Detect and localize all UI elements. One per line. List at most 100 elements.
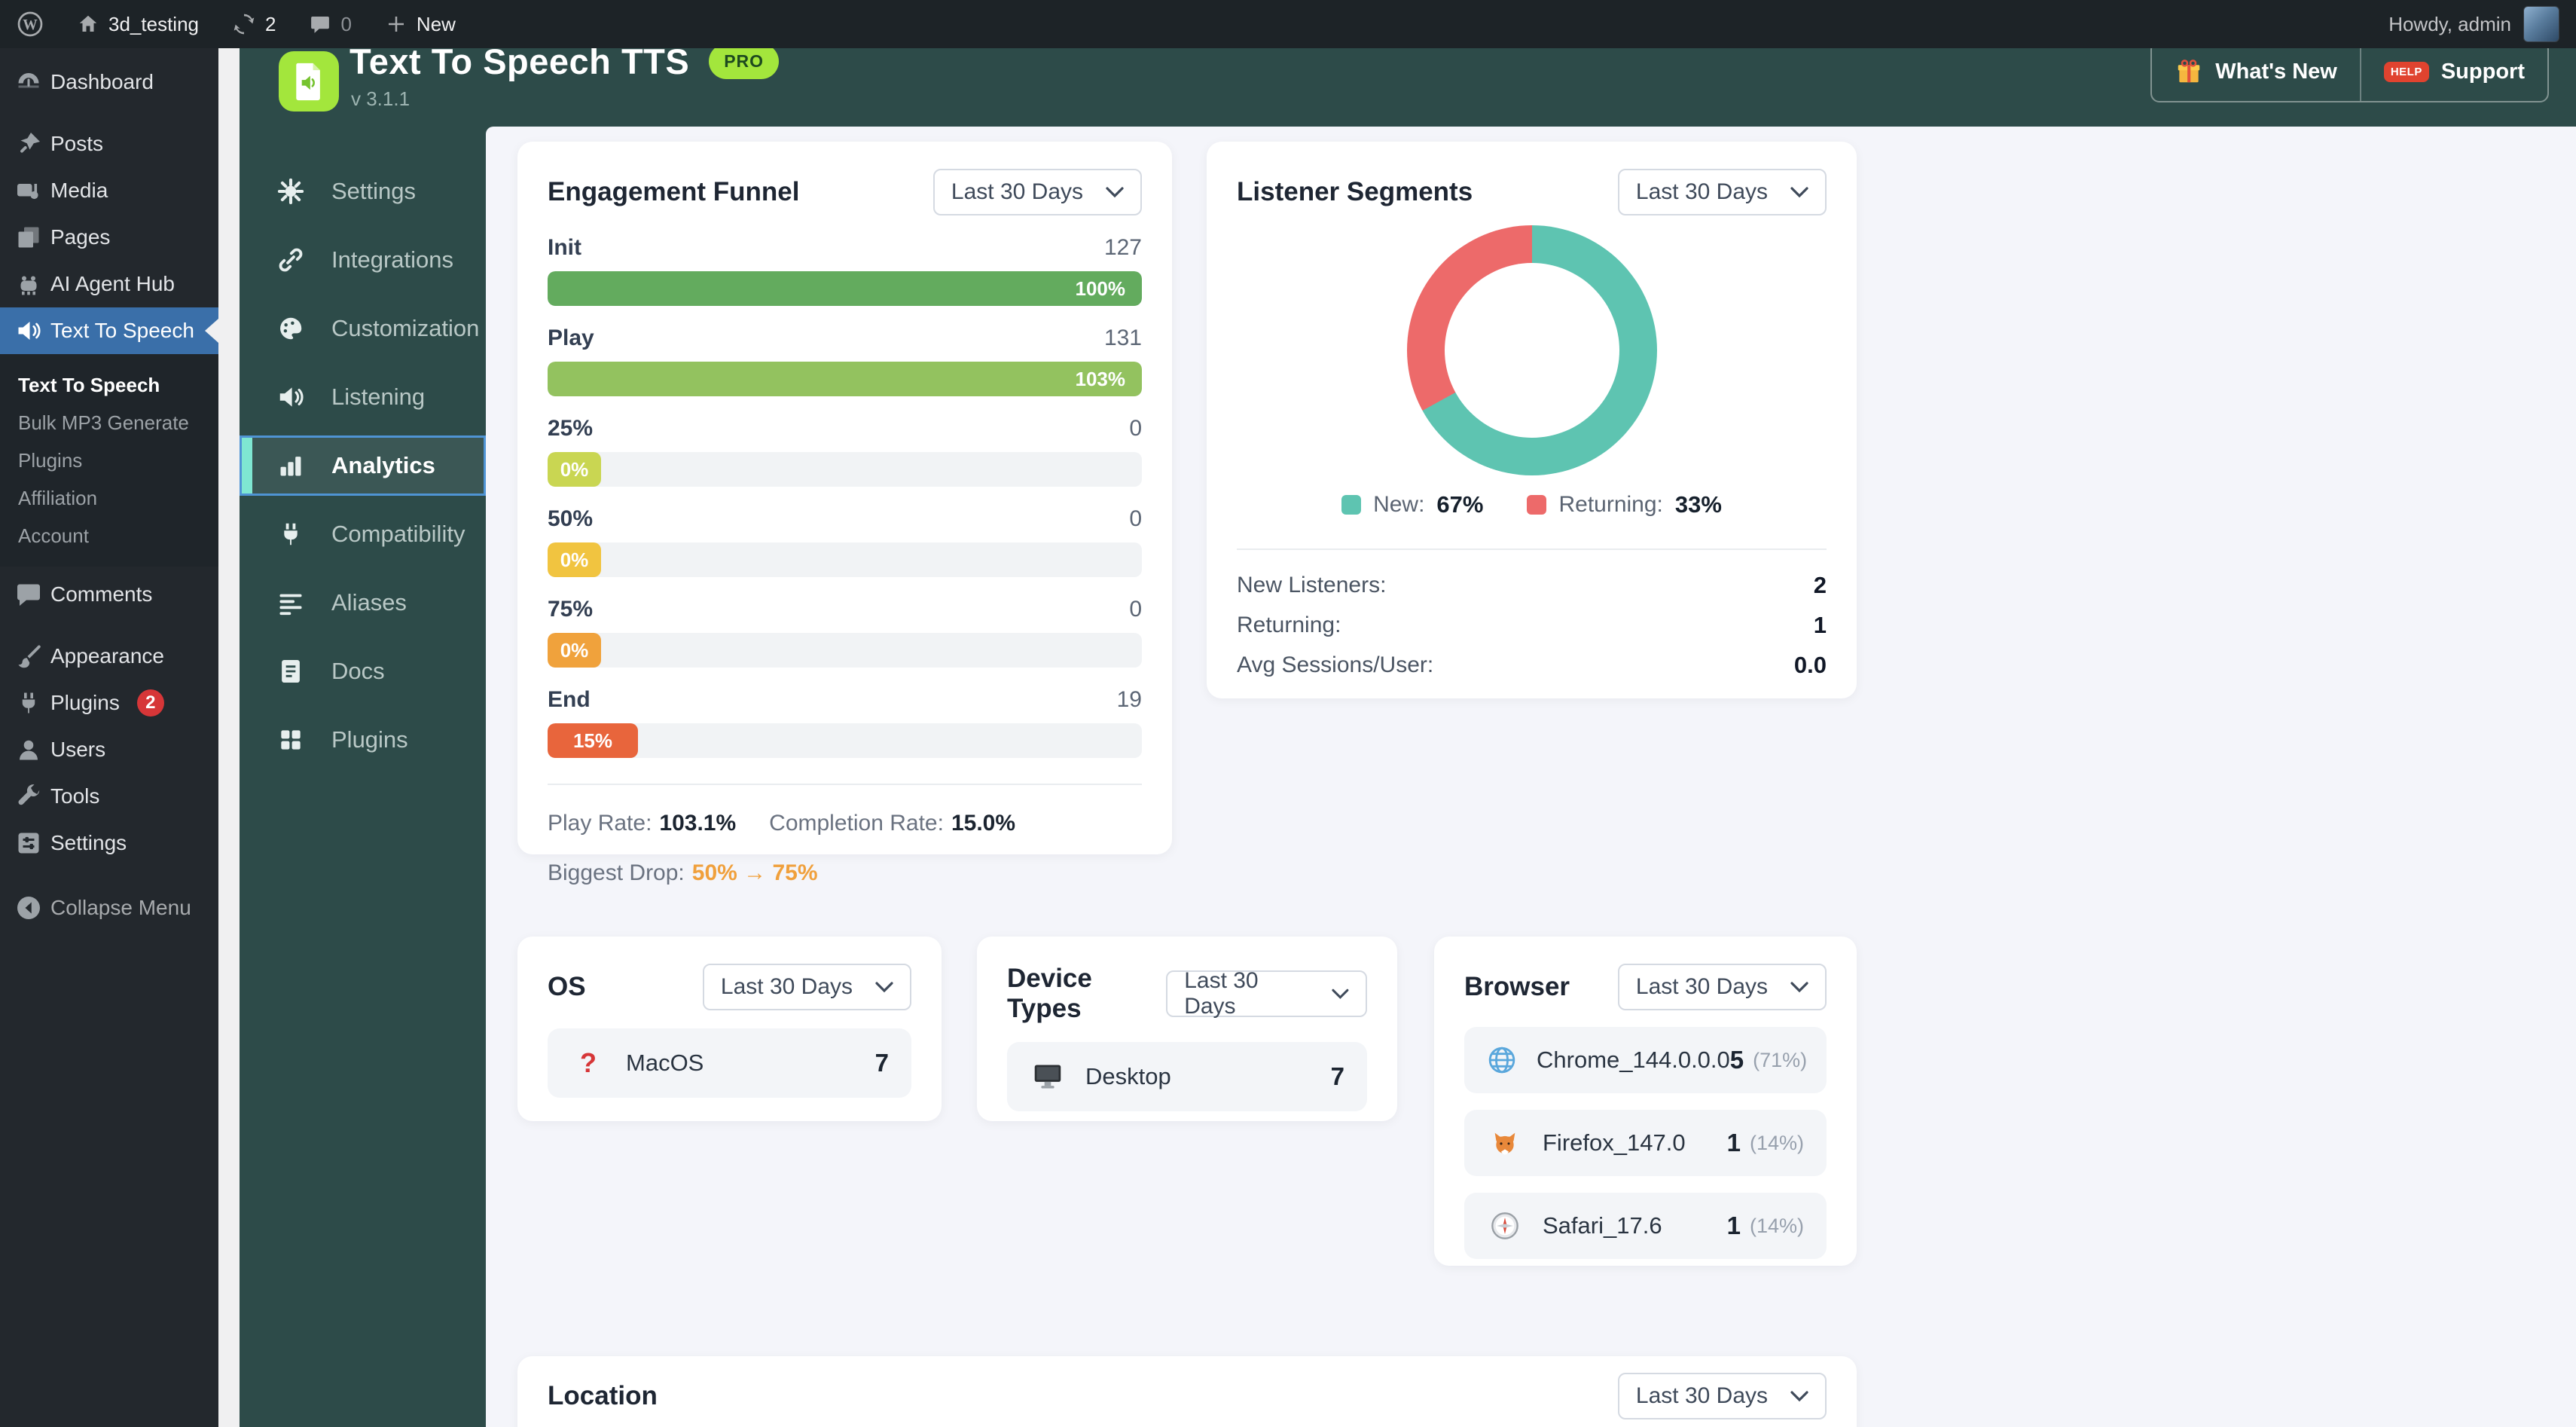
list-lines-icon bbox=[276, 588, 306, 617]
bar-chart-icon bbox=[276, 451, 306, 480]
sidebar-item-media[interactable]: Media bbox=[0, 167, 218, 214]
card-title: OS bbox=[548, 972, 586, 1001]
new-content-menu[interactable]: New bbox=[368, 0, 472, 48]
whats-new-button[interactable]: What's New bbox=[2152, 48, 2360, 101]
link-icon bbox=[276, 246, 306, 274]
grid-icon bbox=[276, 726, 306, 754]
plugin-menu-customization[interactable]: Customization bbox=[240, 298, 486, 359]
location-card: Location Last 30 Days bbox=[517, 1356, 1857, 1427]
robot-icon bbox=[14, 270, 44, 298]
segments-legend: New: 67% Returning: 33% bbox=[1207, 491, 1857, 518]
sidebar-item-label: Pages bbox=[50, 225, 111, 249]
wordpress-logo-icon[interactable]: W bbox=[0, 0, 60, 48]
segments-donut-chart bbox=[1407, 225, 1657, 475]
plugin-menu-aliases[interactable]: Aliases bbox=[240, 573, 486, 633]
funnel-row: Init 127 100% bbox=[548, 235, 1142, 306]
listener-segments-card: Listener Segments Last 30 Days New: 67% … bbox=[1207, 142, 1857, 698]
os-range-select[interactable]: Last 30 Days bbox=[702, 964, 911, 1010]
browser-row: Chrome_144.0.0.0 5 (71%) bbox=[1464, 1027, 1827, 1093]
submenu-item-bulk-mp3-generate[interactable]: Bulk MP3 Generate bbox=[0, 404, 218, 442]
location-range-select[interactable]: Last 30 Days bbox=[1617, 1373, 1827, 1419]
card-title: Location bbox=[548, 1381, 658, 1410]
sidebar-item-plugins[interactable]: Plugins 2 bbox=[0, 680, 218, 726]
help-button-icon: HELP bbox=[2383, 61, 2429, 82]
sidebar-item-appearance[interactable]: Appearance bbox=[0, 633, 218, 680]
funnel-bar: 100% bbox=[548, 271, 1142, 306]
plugin-menu-integrations[interactable]: Integrations bbox=[240, 230, 486, 290]
gear-icon bbox=[276, 177, 306, 206]
submenu-item-plugins[interactable]: Plugins bbox=[0, 442, 218, 479]
globe-icon bbox=[1487, 1045, 1517, 1075]
compass-icon bbox=[1487, 1211, 1523, 1241]
howdy-text[interactable]: Howdy, admin bbox=[2388, 13, 2511, 36]
chevron-down-icon bbox=[1790, 981, 1808, 992]
sidebar-item-text-to-speech[interactable]: Text To Speech bbox=[0, 307, 218, 354]
collapse-menu-button[interactable]: Collapse Menu bbox=[0, 885, 218, 931]
updates-icon bbox=[233, 14, 255, 35]
desktop-icon bbox=[1030, 1062, 1066, 1091]
plugin-menu-analytics[interactable]: Analytics bbox=[240, 435, 513, 496]
sidebar-item-ai-agent-hub[interactable]: AI Agent Hub bbox=[0, 261, 218, 307]
sidebar-item-posts[interactable]: Posts bbox=[0, 121, 218, 167]
stat-row: New Listeners: 2 bbox=[1237, 571, 1827, 598]
new-label: New bbox=[416, 12, 456, 35]
sidebar-item-label: Posts bbox=[50, 132, 104, 155]
funnel-stats: Play Rate: 103.1% Completion Rate: 15.0% bbox=[548, 811, 1016, 836]
collapse-icon bbox=[14, 894, 44, 921]
funnel-range-select[interactable]: Last 30 Days bbox=[932, 169, 1142, 215]
divider bbox=[1237, 548, 1827, 550]
support-button[interactable]: HELP Support bbox=[2359, 48, 2547, 101]
funnel-bar: 15% bbox=[548, 723, 638, 758]
segments-stats: New Listeners: 2 Returning: 1 Avg Sessions… bbox=[1237, 565, 1827, 685]
plug-icon bbox=[276, 520, 306, 548]
wp-admin-menu: Dashboard Posts Media Pages AI Agent Hub… bbox=[0, 48, 218, 1427]
segments-range-select[interactable]: Last 30 Days bbox=[1617, 169, 1827, 215]
site-name-menu[interactable]: 3d_testing bbox=[60, 0, 215, 48]
sidebar-item-settings[interactable]: Settings bbox=[0, 820, 218, 866]
active-accent-bar bbox=[242, 438, 252, 493]
updates-menu[interactable]: 2 bbox=[215, 0, 292, 48]
chevron-down-icon bbox=[1332, 989, 1349, 999]
sidebar-item-users[interactable]: Users bbox=[0, 726, 218, 773]
plug-icon bbox=[14, 689, 44, 717]
plugin-header: Text To Speech TTS PRO v 3.1.1 What's Ne… bbox=[240, 48, 2576, 127]
document-icon bbox=[276, 657, 306, 686]
tts-submenu: Text To Speech Bulk MP3 Generate Plugins… bbox=[0, 354, 218, 567]
devices-range-select[interactable]: Last 30 Days bbox=[1166, 968, 1367, 1019]
media-icon bbox=[14, 177, 44, 204]
funnel-bar: 0% bbox=[548, 542, 601, 577]
funnel-bar: 0% bbox=[548, 452, 601, 487]
sidebar-item-label: Dashboard bbox=[50, 70, 154, 93]
comments-menu[interactable]: 0 bbox=[292, 0, 368, 48]
submenu-item-account[interactable]: Account bbox=[0, 517, 218, 555]
sidebar-item-pages[interactable]: Pages bbox=[0, 214, 218, 261]
divider bbox=[548, 784, 1142, 785]
sidebar-item-tools[interactable]: Tools bbox=[0, 773, 218, 820]
sidebar-item-label: Text To Speech bbox=[50, 319, 194, 342]
sidebar-item-label: Users bbox=[50, 738, 106, 761]
browser-row: Safari_17.6 1 (14%) bbox=[1464, 1193, 1827, 1259]
card-title: Device Types bbox=[1007, 964, 1092, 1023]
speaker-icon bbox=[276, 383, 306, 411]
header-buttons: What's New HELP Support bbox=[2150, 48, 2549, 102]
legend-item-returning: Returning: 33% bbox=[1527, 491, 1722, 518]
plugin-menu-docs[interactable]: Docs bbox=[240, 641, 486, 701]
speaker-icon bbox=[14, 317, 44, 344]
device-types-card: Device Types Last 30 Days Desktop 7 bbox=[977, 937, 1397, 1121]
funnel-row: 50% 0 0% bbox=[548, 506, 1142, 577]
sidebar-item-comments[interactable]: Comments bbox=[0, 571, 218, 618]
plugin-menu-settings[interactable]: Settings bbox=[240, 161, 486, 222]
sidebar-item-label: Media bbox=[50, 179, 108, 202]
submenu-item-text-to-speech[interactable]: Text To Speech bbox=[0, 366, 218, 404]
sidebar-item-dashboard[interactable]: Dashboard bbox=[0, 59, 218, 105]
plugin-menu-plugins[interactable]: Plugins bbox=[240, 710, 486, 770]
browser-range-select[interactable]: Last 30 Days bbox=[1617, 964, 1827, 1010]
plugin-menu-listening[interactable]: Listening bbox=[240, 367, 486, 427]
gift-icon bbox=[2178, 60, 2200, 83]
play-rate-value: 103.1% bbox=[659, 811, 737, 836]
plugin-menu-compatibility[interactable]: Compatibility bbox=[240, 504, 486, 564]
os-card: OS Last 30 Days ? MacOS 7 bbox=[517, 937, 942, 1121]
avatar[interactable] bbox=[2523, 6, 2559, 42]
submenu-item-affiliation[interactable]: Affiliation bbox=[0, 479, 218, 517]
browser-row: Firefox_147.0 1 (14%) bbox=[1464, 1110, 1827, 1176]
